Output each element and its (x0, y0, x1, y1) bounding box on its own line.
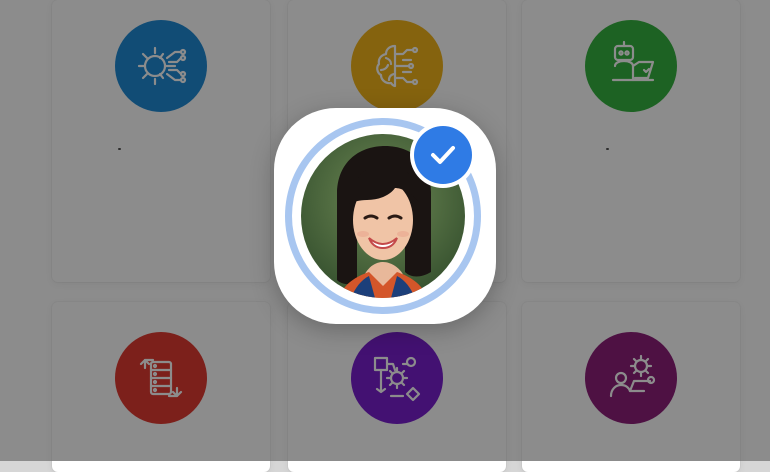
page (0, 0, 770, 472)
verified-badge (414, 126, 472, 184)
checkmark-icon (431, 146, 455, 164)
profile-avatar-card[interactable] (274, 108, 496, 324)
